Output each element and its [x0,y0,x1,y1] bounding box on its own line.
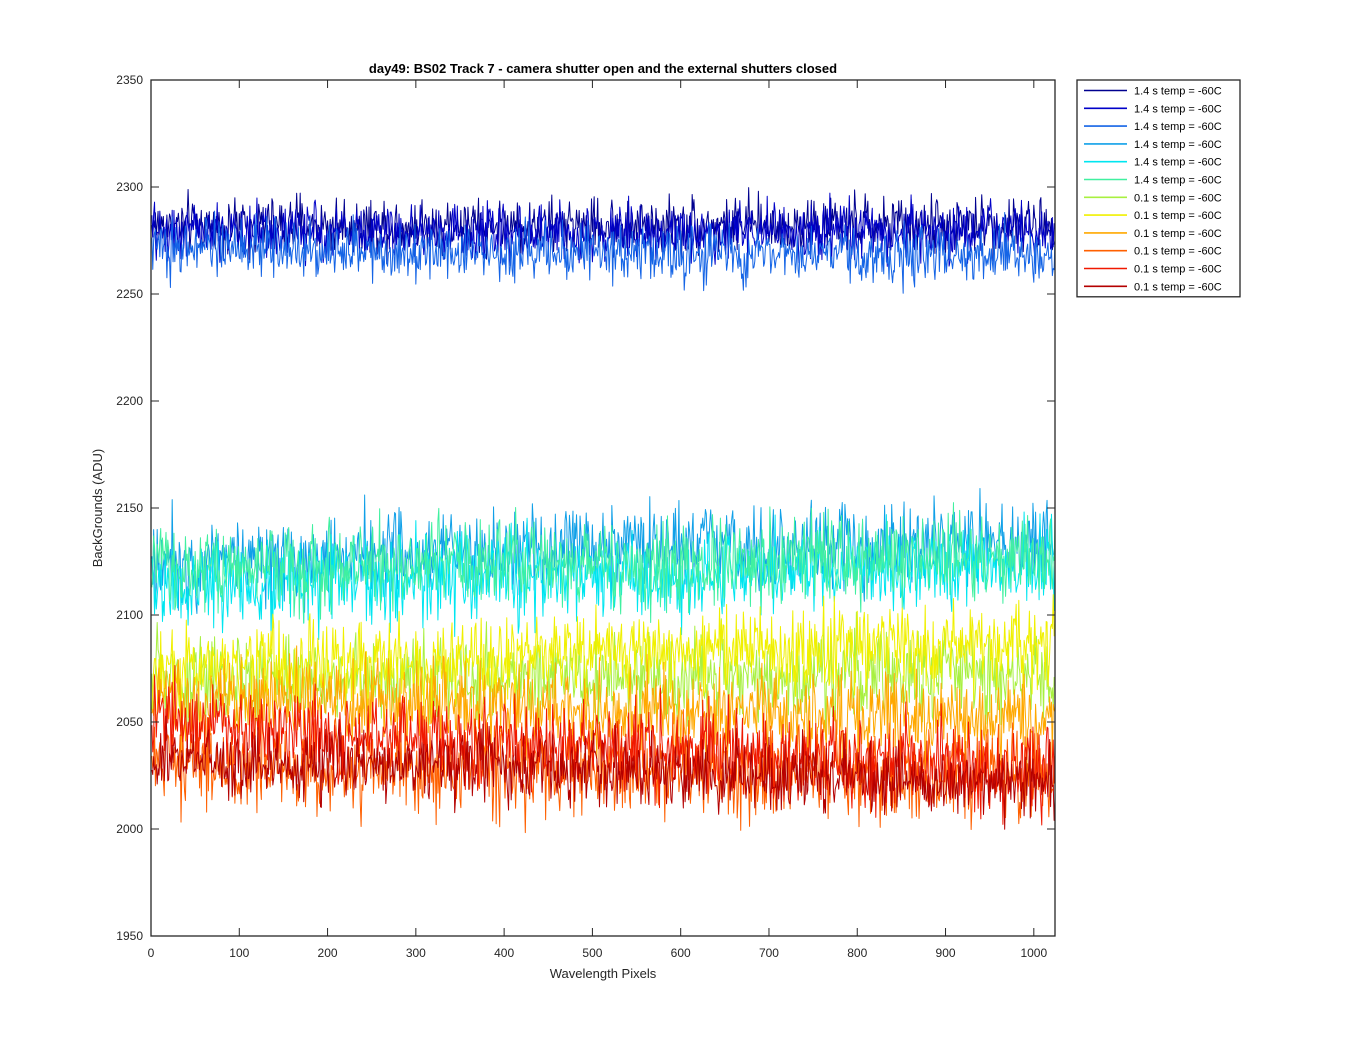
legend-label: 1.4 s temp = -60C [1134,139,1222,151]
x-tick-label: 500 [582,946,602,960]
y-tick-label: 2150 [116,501,143,515]
x-tick-label: 900 [936,946,956,960]
legend-label: 0.1 s temp = -60C [1134,264,1222,276]
y-tick-label: 2100 [116,608,143,622]
x-tick-label: 200 [318,946,338,960]
legend-label: 1.4 s temp = -60C [1134,103,1222,115]
legend-label: 0.1 s temp = -60C [1134,210,1222,222]
y-tick-label: 2300 [116,180,143,194]
chart-title: day49: BS02 Track 7 - camera shutter ope… [369,61,837,76]
x-tick-label: 0 [148,946,155,960]
legend: 1.4 s temp = -60C 1.4 s temp = -60C 1.4 s … [1076,79,1241,298]
x-axis-label: Wavelength Pixels [550,966,657,981]
y-tick-label: 2050 [116,715,143,729]
x-tick-label: 800 [847,946,867,960]
y-tick-label: 1950 [116,929,143,943]
x-tick-label: 400 [494,946,514,960]
x-tick-label: 100 [229,946,249,960]
y-tick-label: 2250 [116,287,143,301]
x-tick-label: 700 [759,946,779,960]
legend-label: 1.4 s temp = -60C [1134,86,1222,98]
legend-label: 0.1 s temp = -60C [1134,192,1222,204]
y-tick-label: 2000 [116,822,143,836]
y-tick-label: 2350 [116,73,143,87]
y-tick-label: 2200 [116,394,143,408]
figure: day49: BS02 Track 7 - camera shutter ope… [90,61,1241,981]
x-tick-label: 600 [671,946,691,960]
legend-label: 1.4 s temp = -60C [1134,175,1222,187]
legend-label: 0.1 s temp = -60C [1134,228,1222,240]
x-tick-label: 300 [406,946,426,960]
y-axis-label: BackGrounds (ADU) [90,449,105,567]
x-tick-label: 1000 [1020,946,1047,960]
legend-label: 0.1 s temp = -60C [1134,281,1222,293]
legend-label: 0.1 s temp = -60C [1134,246,1222,258]
legend-label: 1.4 s temp = -60C [1134,157,1222,169]
legend-label: 1.4 s temp = -60C [1134,121,1222,133]
